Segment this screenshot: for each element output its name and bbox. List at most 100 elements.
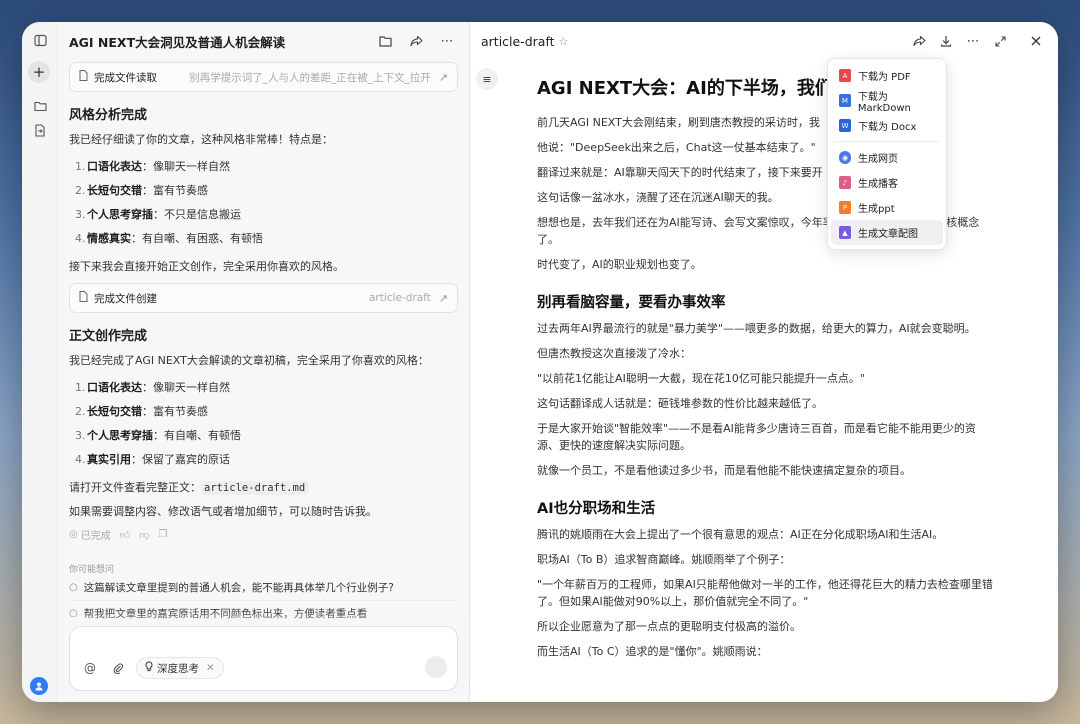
message-text: 接下来我会直接开始正文创作，完全采用你喜欢的风格。 (69, 260, 344, 273)
deep-think-chip[interactable]: 深度思考 ✕ (136, 657, 224, 679)
file-icon (79, 291, 88, 305)
deep-think-label: 深度思考 (157, 662, 199, 675)
list-text: ：不只是信息搬运 (153, 208, 241, 221)
menu-item-download-markdown[interactable]: M 下载为 MarkDown (831, 88, 943, 114)
message-status-bar: ◎ 已完成 👍︎ 👎︎ ❐ (69, 527, 458, 542)
chat-bubble-icon: ○ (69, 608, 78, 619)
share-icon[interactable] (405, 30, 427, 52)
list-bold: 个人思考穿插 (87, 429, 153, 442)
suggestion-item[interactable]: ○ 帮我把文章里的嘉宾原话用不同颜色标出来，方便读者重点看 (69, 601, 458, 626)
list-item: 1. 口语化表达 ：像聊天一样自然 (69, 154, 458, 178)
list-number: 2. (75, 183, 86, 197)
feature-list: 1. 口语化表达 ：像聊天一样自然 2. 长短句交错 ：富有节奏感 3. 个人思考穿插 ：有… (69, 375, 458, 471)
download-icon[interactable] (935, 30, 957, 52)
article-paragraph: "一个年薪百万的工程师，如果AI只能帮他做对一半的工作，他还得花巨大的精力去检查… (537, 578, 993, 608)
list-bold: 长短句交错 (87, 184, 142, 197)
article-paragraph: 于是大家开始谈"智能效率"——不是看AI能背多少唐诗三百首，而是看它能不能用更少… (537, 422, 976, 452)
article-paragraph: 时代变了，AI的职业规划也变了。 (537, 258, 702, 271)
thumbs-down-icon[interactable]: 👎︎ (139, 529, 149, 541)
check-circle-icon: ◎ (69, 529, 78, 540)
status-text: 已完成 (80, 531, 111, 542)
menu-item-label: 下载为 Docx (858, 122, 917, 133)
send-button[interactable] (425, 656, 447, 678)
menu-item-generate-image[interactable]: ▲ 生成文章配图 (831, 220, 943, 245)
attach-icon[interactable] (108, 658, 128, 678)
download-menu: A 下载为 PDF M 下载为 MarkDown W 下载为 Docx ◉ 生成… (827, 58, 947, 250)
article-paragraph: 就像一个员工，不是看他读过多少书，而是看他能不能快速搞定复杂的项目。 (537, 464, 911, 477)
podcast-icon: ♪ (839, 176, 851, 189)
image-icon: ▲ (839, 226, 851, 239)
open-arrow-icon: ↗ (438, 70, 448, 84)
menu-item-generate-podcast[interactable]: ♪ 生成播客 (831, 170, 943, 195)
app-window: + AGI NEXT大会洞见及普通人机会解读 ⋯ 完成文件读取 别再学提示词了_… (22, 22, 1058, 702)
menu-divider (835, 141, 939, 142)
close-icon[interactable]: ✕ (206, 662, 215, 674)
chat-panel: AGI NEXT大会洞见及普通人机会解读 ⋯ 完成文件读取 别再学提示词了_人与… (58, 22, 470, 702)
list-bold: 真实引用 (87, 453, 131, 466)
bulb-icon (145, 661, 153, 675)
list-text: ：富有节奏感 (142, 184, 208, 197)
list-item: 2. 长短句交错 ：富有节奏感 (69, 399, 458, 423)
article-subheading: 别再看脑容量，要看办事效率 (537, 295, 726, 311)
pdf-icon: A (839, 69, 851, 82)
list-text: ：有自嘲、有顿悟 (153, 429, 241, 442)
folder-icon[interactable] (374, 30, 396, 52)
file-read-desc: 别再学提示词了_人与人的差距_正在被_上下文_拉开 (189, 71, 431, 84)
list-item: 2. 长短句交错 ：富有节奏感 (69, 178, 458, 202)
article-subheading: AI也分职场和生活 (537, 501, 656, 517)
new-chat-button[interactable]: + (28, 61, 50, 83)
left-rail: + (22, 22, 58, 702)
folder-icon[interactable] (22, 98, 58, 114)
list-item: 3. 个人思考穿插 ：有自嘲、有顿悟 (69, 423, 458, 447)
article-paragraph: 职场AI（To B）追求智商巅峰。姚顺雨举了个例子： (537, 553, 791, 566)
document-header: article-draft ☆ ⋯ (470, 22, 1058, 60)
list-number: 2. (75, 404, 86, 418)
list-number: 4. (75, 231, 86, 245)
mention-icon[interactable]: @ (80, 658, 100, 678)
menu-item-label: 生成ppt (858, 204, 895, 215)
user-avatar[interactable] (30, 677, 48, 695)
list-text: ：像聊天一样自然 (142, 160, 230, 173)
list-number: 1. (75, 159, 86, 173)
chat-input[interactable]: @ 深度思考 ✕ (69, 626, 458, 691)
file-create-label: 完成文件创建 (94, 292, 157, 305)
more-icon[interactable]: ⋯ (962, 30, 984, 52)
list-item: 4. 真实引用 ：保留了嘉宾的原话 (69, 447, 458, 471)
more-icon[interactable]: ⋯ (436, 30, 458, 52)
expand-icon[interactable] (989, 30, 1011, 52)
message-text: 请打开文件查看完整正文： article-draft.md (69, 480, 458, 496)
menu-item-download-docx[interactable]: W 下载为 Docx (831, 113, 943, 138)
menu-item-generate-web[interactable]: ◉ 生成网页 (831, 145, 943, 170)
chat-title: AGI NEXT大会洞见及普通人机会解读 (69, 34, 286, 50)
file-create-card[interactable]: 完成文件创建 article-draft ↗ (69, 283, 458, 313)
list-number: 3. (75, 207, 86, 221)
share-icon[interactable] (908, 30, 930, 52)
outline-menu-icon[interactable]: ≡ (476, 68, 498, 90)
list-text: ：像聊天一样自然 (142, 381, 230, 394)
list-number: 3. (75, 428, 86, 442)
sidebar-toggle-icon[interactable] (22, 32, 58, 48)
close-icon[interactable] (1025, 30, 1047, 52)
copy-icon[interactable]: ❐ (158, 529, 167, 540)
list-text: ：保留了嘉宾的原话 (131, 453, 230, 466)
file-import-icon[interactable] (22, 122, 58, 138)
menu-item-download-pdf[interactable]: A 下载为 PDF (831, 63, 943, 88)
open-file-name[interactable]: article-draft.md (201, 481, 309, 495)
markdown-icon: M (839, 94, 851, 107)
file-read-card[interactable]: 完成文件读取 别再学提示词了_人与人的差距_正在被_上下文_拉开 ↗ (69, 62, 458, 92)
menu-item-label: 下载为 MarkDown (857, 91, 911, 114)
menu-item-label: 生成播客 (858, 179, 898, 190)
article-paragraph: 这句话翻译成人话就是：砸钱堆参数的性价比越来越低了。 (537, 397, 823, 410)
suggestion-item[interactable]: ○ 这篇解读文章里提到的普通人机会，能不能再具体举几个行业例子? (69, 575, 458, 601)
suggestion-text: 这篇解读文章里提到的普通人机会，能不能再具体举几个行业例子? (83, 582, 394, 594)
list-text: ：富有节奏感 (142, 405, 208, 418)
star-icon[interactable]: ☆ (559, 35, 569, 48)
menu-item-generate-ppt[interactable]: P 生成ppt (831, 195, 943, 220)
file-create-desc: article-draft (369, 292, 431, 304)
article-paragraph: 但唐杰教授这次直接泼了冷水： (537, 347, 691, 360)
list-item: 4. 情感真实 ：有自嘲、有困惑、有顿悟 (69, 226, 458, 250)
thumbs-up-icon[interactable]: 👍︎ (120, 529, 130, 541)
menu-item-label: 下载为 PDF (858, 72, 911, 83)
open-arrow-icon: ↗ (438, 291, 448, 305)
list-bold: 个人思考穿插 (87, 208, 153, 221)
